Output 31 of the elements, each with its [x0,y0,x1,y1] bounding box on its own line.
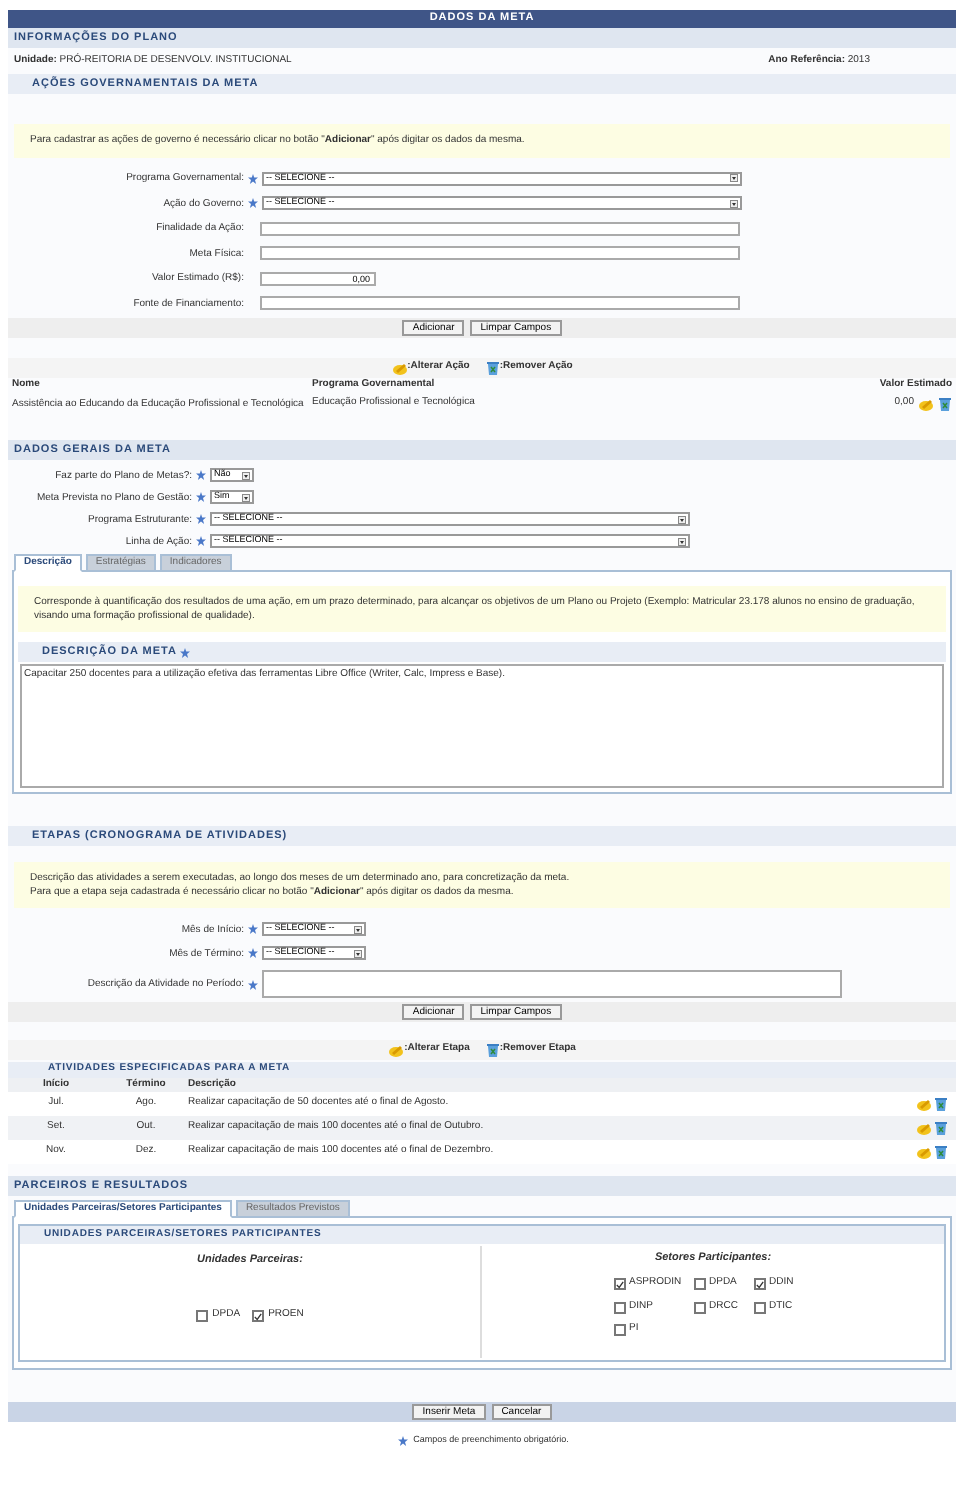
trash-icon[interactable] [934,1096,948,1112]
dropdown-arrow-icon[interactable] [354,949,362,957]
checkbox[interactable] [613,1324,625,1336]
checkbox[interactable] [753,1301,765,1313]
checkbox[interactable] [693,1278,705,1290]
dropdown-arrow-icon[interactable] [678,515,686,523]
checkbox[interactable] [753,1278,765,1290]
dropdown-arrow-icon[interactable] [354,925,362,933]
dropdown-arrow-icon[interactable] [242,493,250,501]
checkbox[interactable] [252,1310,265,1322]
checkbox[interactable] [693,1301,705,1313]
dropdown-arrow-icon[interactable] [730,174,738,182]
input-field[interactable] [260,221,740,235]
input-field[interactable] [260,246,740,260]
dropdown-arrow-icon[interactable] [730,199,738,207]
pencil-icon[interactable] [916,1097,932,1111]
dropdown-arrow-icon[interactable] [678,537,686,545]
required-icon [397,1435,408,1446]
trash-icon[interactable] [934,1144,948,1160]
trash-icon[interactable] [485,1042,500,1058]
dropdown-arrow-icon[interactable] [242,471,250,479]
trash-icon[interactable] [934,1120,948,1136]
pencil-icon[interactable] [918,397,934,411]
pencil-icon[interactable] [916,1145,932,1159]
trash-icon[interactable] [938,396,952,412]
text-area[interactable] [262,970,842,998]
trash-icon[interactable] [485,360,500,376]
input-field[interactable] [260,296,740,310]
checkbox[interactable] [196,1310,209,1322]
checkbox[interactable] [613,1301,625,1313]
checkbox[interactable] [613,1278,625,1290]
